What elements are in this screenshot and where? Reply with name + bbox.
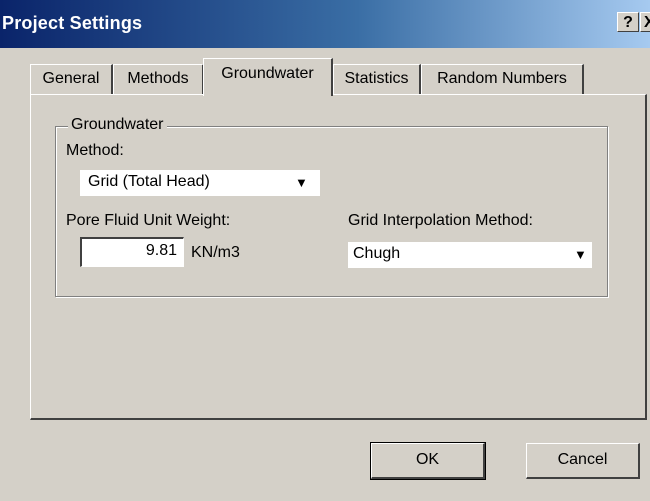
method-label: Method:: [66, 142, 124, 159]
ok-button[interactable]: OK: [370, 442, 486, 480]
tab-statistics[interactable]: Statistics: [333, 64, 421, 94]
cancel-button[interactable]: Cancel: [526, 443, 640, 479]
interp-method-label: Grid Interpolation Method:: [348, 212, 533, 229]
interp-method-dropdown[interactable]: Chugh ▼: [348, 242, 592, 268]
title-bar: Project Settings ? X: [0, 0, 650, 48]
tab-groundwater[interactable]: Groundwater: [203, 58, 333, 96]
unit-weight-input[interactable]: 9.81: [80, 237, 184, 267]
method-dropdown[interactable]: Grid (Total Head) ▼: [80, 170, 320, 196]
groundwater-group-label: Groundwater: [68, 116, 167, 134]
unit-weight-units: KN/m3: [191, 244, 240, 261]
help-button[interactable]: ?: [617, 12, 639, 32]
tab-methods[interactable]: Methods: [113, 64, 204, 94]
chevron-down-icon[interactable]: ▼: [295, 174, 308, 192]
window-title: Project Settings: [2, 13, 143, 33]
method-dropdown-value: Grid (Total Head): [88, 173, 210, 190]
chevron-down-icon[interactable]: ▼: [574, 246, 587, 264]
interp-method-value: Chugh: [353, 245, 401, 262]
tab-general[interactable]: General: [30, 64, 113, 94]
close-button[interactable]: X: [640, 12, 650, 32]
unit-weight-label: Pore Fluid Unit Weight:: [66, 212, 231, 229]
tab-random-numbers[interactable]: Random Numbers: [421, 64, 584, 94]
